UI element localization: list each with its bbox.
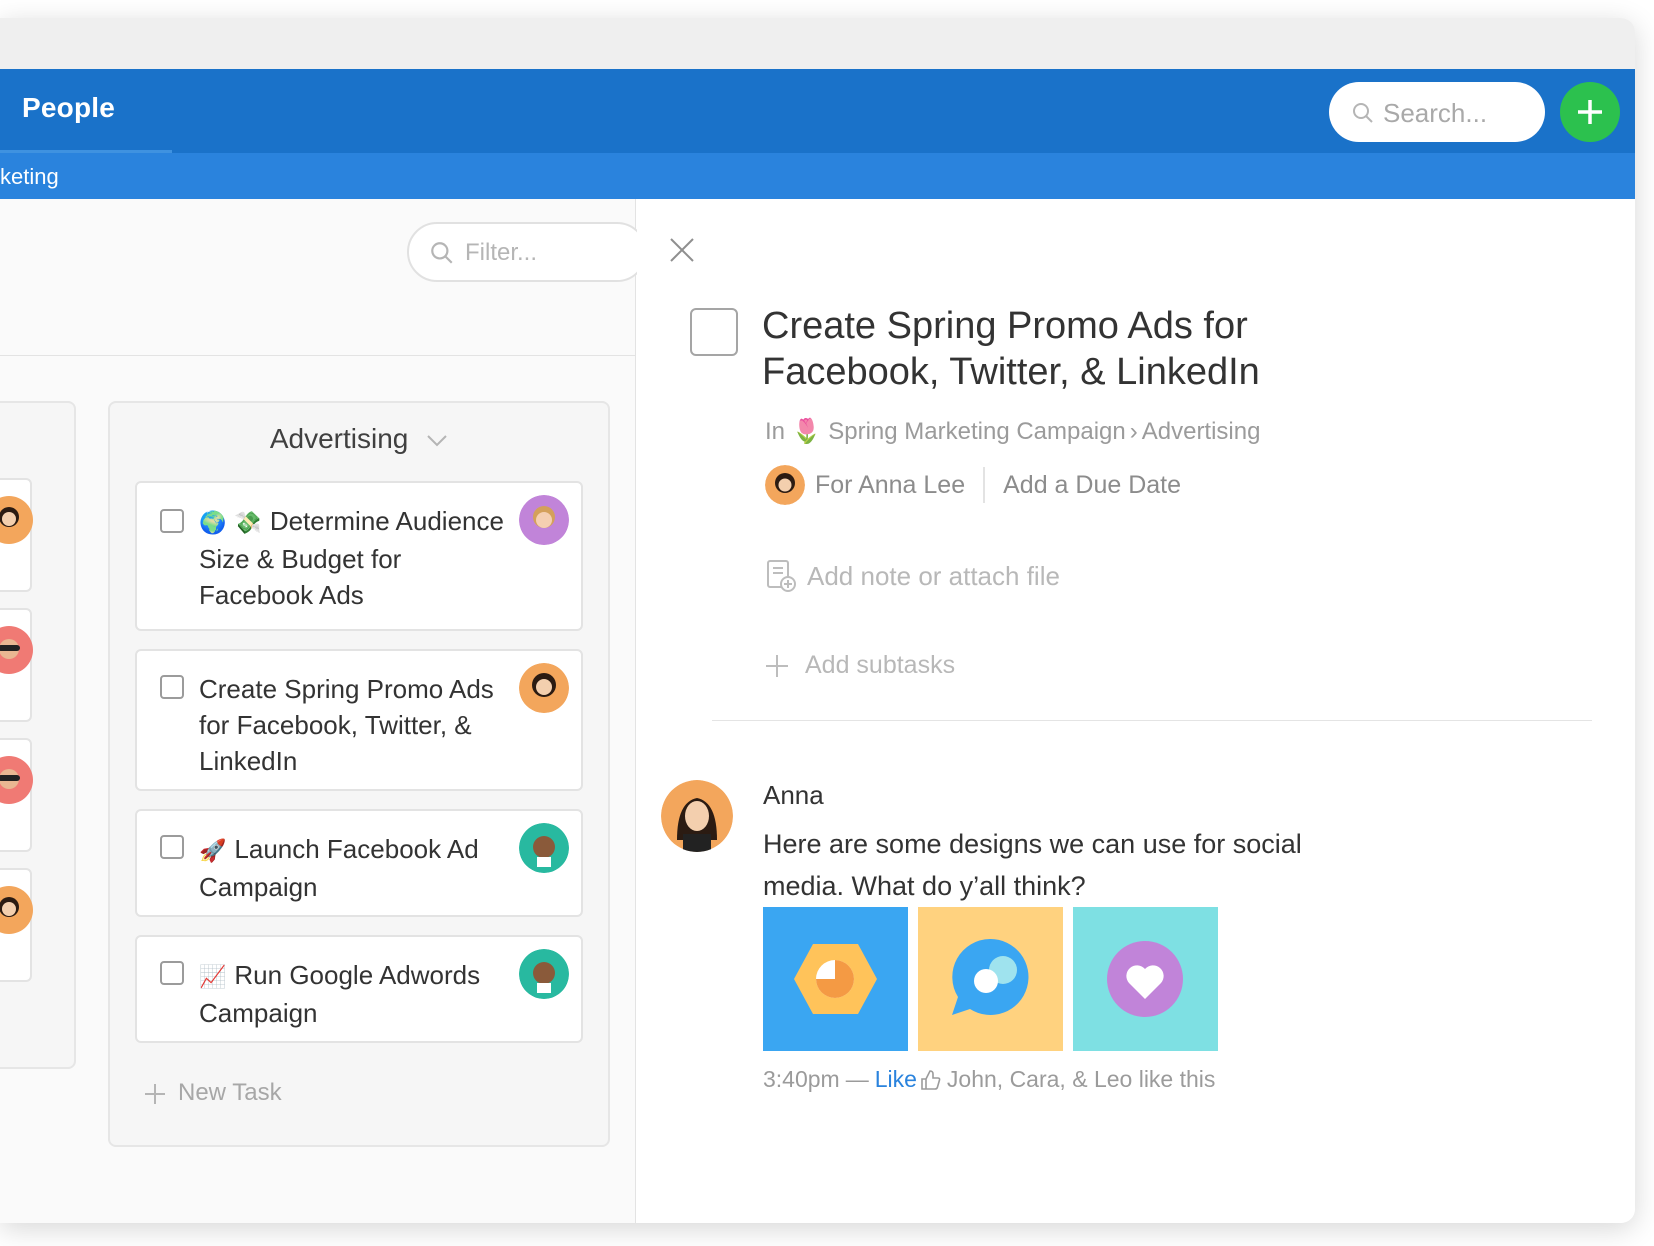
meta-dash: — bbox=[845, 1066, 869, 1092]
task-card[interactable]: Create Spring Promo Ads for Facebook, Tw… bbox=[135, 649, 583, 791]
avatar bbox=[519, 823, 569, 873]
search-input[interactable]: Search... bbox=[1329, 82, 1545, 142]
likes-summary: John, Cara, & Leo like this bbox=[946, 1066, 1216, 1092]
section-divider bbox=[712, 720, 1592, 721]
close-icon[interactable] bbox=[669, 237, 695, 263]
thumbs-up-icon[interactable] bbox=[919, 1069, 941, 1091]
avatar bbox=[0, 756, 33, 804]
assignee-label[interactable]: For Anna Lee bbox=[815, 471, 965, 500]
due-date-button[interactable]: Add a Due Date bbox=[1003, 471, 1181, 500]
money-icon: 💸 bbox=[234, 510, 262, 535]
task-card-text: 🚀 Launch Facebook Ad Campaign bbox=[199, 831, 509, 905]
divider bbox=[983, 467, 986, 503]
task-checkbox[interactable] bbox=[160, 675, 184, 699]
task-checkbox[interactable] bbox=[160, 835, 184, 859]
search-icon bbox=[1353, 103, 1373, 123]
add-subtasks-button[interactable]: Add subtasks bbox=[765, 651, 955, 680]
task-card-title: Launch Facebook Ad Campaign bbox=[199, 834, 479, 902]
avatar bbox=[0, 886, 33, 934]
avatar bbox=[0, 626, 33, 674]
task-checkbox[interactable] bbox=[160, 509, 184, 533]
project-breadcrumb[interactable]: keting bbox=[0, 164, 59, 190]
task-card-text: 📈 Run Google Adwords Campaign bbox=[199, 957, 509, 1031]
project-bar: keting bbox=[0, 153, 1635, 199]
comment-author[interactable]: Anna bbox=[763, 780, 824, 811]
task-detail-pane: Create Spring Promo Ads for Facebook, Tw… bbox=[637, 199, 1635, 1223]
search-placeholder: Search... bbox=[1383, 98, 1488, 128]
app-window: People Search... keting Filter... Advert… bbox=[0, 18, 1635, 1223]
board-column-advertising: Advertising 🌍 💸 Determine Audience Size & … bbox=[108, 401, 610, 1147]
avatar bbox=[0, 496, 33, 544]
note-field[interactable]: Add note or attach file bbox=[765, 559, 1060, 593]
plus-icon bbox=[766, 654, 788, 677]
column-header[interactable]: Advertising bbox=[110, 423, 608, 455]
task-card[interactable]: 🚀 Launch Facebook Ad Campaign bbox=[135, 809, 583, 917]
breadcrumb-section[interactable]: Advertising bbox=[1142, 418, 1261, 445]
task-checkbox[interactable] bbox=[160, 961, 184, 985]
comment-meta: 3:40pm — Like John, Cara, & Leo like thi… bbox=[763, 1066, 1215, 1093]
window-chrome bbox=[0, 18, 1635, 69]
task-card[interactable]: 🌍 💸 Determine Audience Size & Budget for F… bbox=[135, 481, 583, 631]
board-pane: Filter... Advertising 🌍 💸 Determine Audien… bbox=[0, 199, 647, 1223]
breadcrumb-separator: › bbox=[1129, 418, 1138, 445]
avatar bbox=[519, 495, 569, 545]
new-task-label: New Task bbox=[178, 1079, 282, 1106]
attachment-thumbnail-chart[interactable] bbox=[763, 907, 908, 1051]
attach-file-icon bbox=[767, 560, 796, 592]
top-bar: People Search... bbox=[0, 69, 1635, 153]
globe-icon: 🌍 bbox=[199, 510, 227, 535]
task-card[interactable]: 📈 Run Google Adwords Campaign bbox=[135, 935, 583, 1043]
task-breadcrumb: In 🌷 Spring Marketing Campaign › Advertisi… bbox=[765, 417, 1260, 446]
task-card-text: 🌍 💸 Determine Audience Size & Budget for F… bbox=[199, 503, 509, 613]
avatar bbox=[765, 465, 805, 505]
chart-icon: 📈 bbox=[199, 964, 227, 989]
page-title[interactable]: People bbox=[22, 92, 115, 124]
breadcrumb-project[interactable]: Spring Marketing Campaign bbox=[828, 418, 1125, 445]
plus-icon bbox=[1578, 100, 1602, 124]
new-task-button[interactable]: New Task bbox=[144, 1079, 282, 1107]
attachment-thumbnail-chat[interactable] bbox=[918, 907, 1063, 1051]
like-button[interactable]: Like bbox=[875, 1066, 917, 1093]
tulip-icon: 🌷 bbox=[791, 418, 822, 445]
column-title: Advertising bbox=[269, 423, 409, 454]
search-icon bbox=[431, 242, 453, 264]
add-subtasks-label: Add subtasks bbox=[805, 651, 956, 679]
task-card-title: Run Google Adwords Campaign bbox=[199, 960, 481, 1028]
avatar bbox=[661, 780, 733, 852]
board-divider bbox=[0, 355, 636, 356]
note-placeholder: Add note or attach file bbox=[807, 560, 1060, 591]
avatar bbox=[519, 663, 569, 713]
comment-text: Here are some designs we can use for soc… bbox=[763, 829, 1302, 901]
chevron-down-icon[interactable] bbox=[426, 434, 448, 448]
add-button[interactable] bbox=[1560, 82, 1620, 142]
task-complete-checkbox[interactable] bbox=[690, 308, 738, 356]
task-card-title: Create Spring Promo Ads for Facebook, Tw… bbox=[199, 674, 494, 776]
filter-input[interactable]: Filter... bbox=[407, 222, 647, 282]
assignee-row: For Anna Lee Add a Due Date bbox=[765, 464, 1181, 506]
task-card-text: Create Spring Promo Ads for Facebook, Tw… bbox=[199, 671, 509, 779]
rocket-icon: 🚀 bbox=[199, 838, 227, 863]
avatar bbox=[519, 949, 569, 999]
comment-time: 3:40pm bbox=[763, 1066, 840, 1092]
plus-icon bbox=[145, 1083, 165, 1104]
breadcrumb-prefix: In bbox=[765, 418, 786, 445]
filter-placeholder: Filter... bbox=[465, 239, 538, 266]
task-title[interactable]: Create Spring Promo Ads for Facebook, Tw… bbox=[762, 303, 1402, 395]
attachment-thumbnail-heart[interactable] bbox=[1073, 907, 1218, 1051]
